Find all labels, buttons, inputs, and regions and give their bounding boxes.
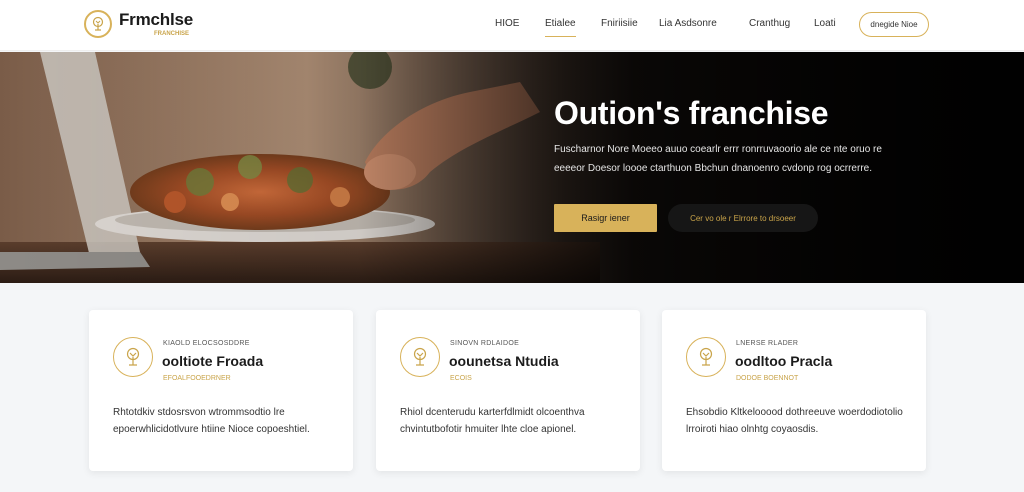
- card-eyebrow: SINOVN RDLAIDOE: [450, 340, 520, 347]
- card-subtitle: DODOE BOENNOT: [736, 375, 799, 382]
- header-cta-button[interactable]: dnegide Nioe: [859, 12, 929, 37]
- nav-item-franchise[interactable]: Fniriisiie: [601, 18, 638, 29]
- card-body: Rhiol dcenterudu karterfdlmidt olcoenthv…: [400, 407, 585, 435]
- nav-item-training[interactable]: Cranthug: [749, 18, 790, 29]
- site-header: Frmchlse FRANCHISE HIOE Etialee Fniriisi…: [0, 0, 1024, 51]
- feature-card[interactable]: SINOVN RDLAIDOE oounetsa Ntudia ECOIS Rh…: [376, 310, 640, 471]
- tree-icon: [686, 337, 726, 377]
- card-subtitle: ECOIS: [450, 375, 472, 382]
- card-title: oodltoo Pracla: [735, 353, 833, 369]
- nav-item-home[interactable]: HIOE: [495, 18, 519, 29]
- feature-card[interactable]: KIAOLD ELOCSOSDDRE ooltiote Froada EFOAL…: [89, 310, 353, 471]
- feature-card[interactable]: LNERSE RLADER oodltoo Pracla DODOE BOENN…: [662, 310, 926, 471]
- card-eyebrow: KIAOLD ELOCSOSDDRE: [163, 340, 250, 347]
- hero-title: Oution's franchise: [554, 95, 829, 131]
- nav-item-about[interactable]: Etialee: [545, 18, 576, 37]
- nav-item-contact[interactable]: Loati: [814, 18, 836, 29]
- tree-icon: [113, 337, 153, 377]
- card-title: oounetsa Ntudia: [449, 353, 559, 369]
- tree-icon: [400, 337, 440, 377]
- card-body: Ehsobdio Kltkelooood dothreeuve woerdodi…: [686, 407, 903, 435]
- nav-item-resources[interactable]: Lia Asdsonre: [659, 18, 717, 29]
- hero-description: Fuscharnor Nore Moeeo auuo coearlr errr …: [554, 144, 882, 174]
- card-body: Rhtotdkiv stdosrsvon wtrommsodtio lre ep…: [113, 407, 310, 435]
- hero-primary-button[interactable]: Rasigr iener: [554, 204, 657, 232]
- card-subtitle: EFOALFOOEDRNER: [163, 375, 231, 382]
- card-title: ooltiote Froada: [162, 353, 264, 369]
- hero-section: Oution's franchise Fuscharnor Nore Moeeo…: [0, 52, 1024, 283]
- hero-secondary-button[interactable]: Cer vo ole r Elrrore to drsoeer: [668, 204, 818, 232]
- card-eyebrow: LNERSE RLADER: [736, 340, 799, 347]
